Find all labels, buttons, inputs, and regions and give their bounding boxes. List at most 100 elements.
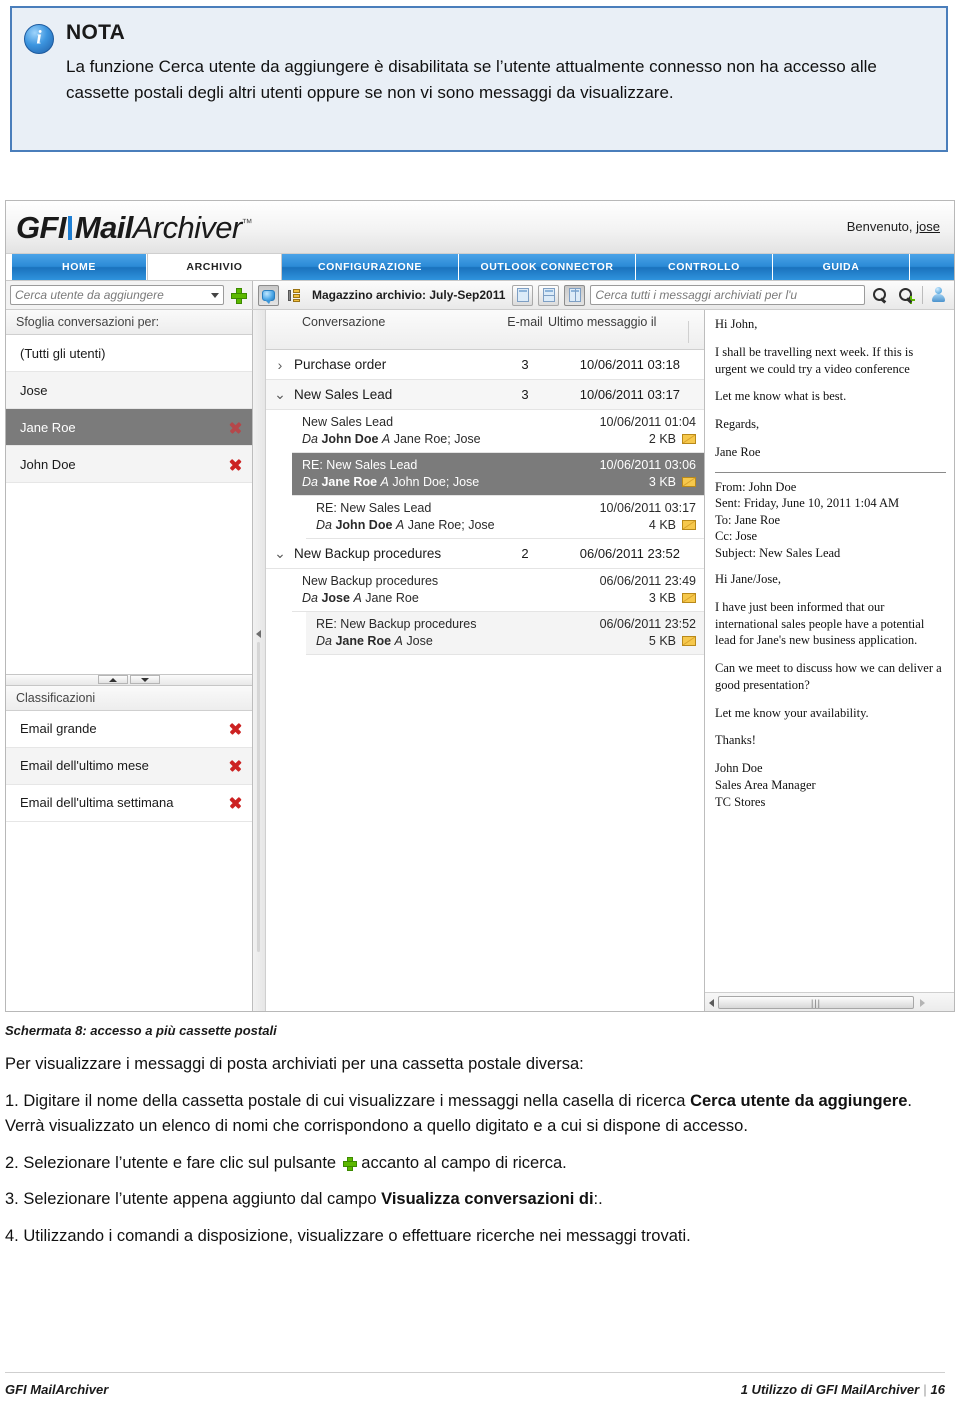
sidebar-item-email-grande[interactable]: Email grande	[6, 710, 252, 748]
message-participants: Da John Doe A Jane Roe; Jose	[316, 518, 649, 532]
message-size: 5 KB	[648, 634, 676, 648]
user-mailbox-button[interactable]	[928, 285, 949, 306]
conversation-title: New Backup procedures	[294, 546, 442, 561]
conversation-last-date: 10/06/2011 03:18	[579, 357, 680, 372]
tab-outlook-connector[interactable]: OUTLOOK CONNECTOR	[459, 254, 636, 280]
to-label: A	[380, 475, 389, 489]
scroll-right-arrow-icon[interactable]	[920, 998, 925, 1007]
from-name: Jose	[321, 591, 350, 605]
welcome-user-link[interactable]: jose	[916, 219, 940, 234]
message-line-subject: New Backup procedures 06/06/2011 23:49	[302, 574, 696, 588]
sidebar-bottom-spacer	[6, 821, 252, 1011]
reading-pane-hscrollbar[interactable]: |||	[705, 992, 954, 1011]
sidebar-item-jane-roe[interactable]: Jane Roe	[6, 409, 252, 446]
message-line-subject: RE: New Sales Lead 10/06/2011 03:06	[302, 458, 696, 472]
tab-configurazione[interactable]: CONFIGURAZIONE	[282, 254, 459, 280]
envelope-icon[interactable]	[682, 477, 696, 487]
footer-right: 1 Utilizzo di GFI MailArchiver | 16	[741, 1382, 945, 1397]
global-search-input[interactable]: Cerca tutti i messaggi archiviati per l'…	[590, 285, 865, 305]
layout-side-preview-button[interactable]	[564, 284, 586, 306]
conversation-pane-scrollbar[interactable]	[253, 310, 266, 1011]
scroll-left-arrow-icon[interactable]	[709, 998, 714, 1007]
message-row[interactable]: New Sales Lead 10/06/2011 01:04 Da John …	[292, 410, 704, 453]
chevron-down-icon[interactable]: ⌄	[266, 386, 294, 403]
message-participants: Da Jose A Jane Roe	[302, 591, 649, 605]
envelope-icon[interactable]	[682, 593, 696, 603]
welcome-text: Benvenuto, jose	[847, 219, 940, 234]
scrollbar-thumb[interactable]: |||	[718, 996, 914, 1009]
remove-classification-icon[interactable]	[229, 722, 242, 735]
search-button[interactable]	[870, 285, 891, 306]
logo-trademark: ™	[241, 217, 253, 230]
from-name: John Doe	[321, 432, 379, 446]
signature: John Doe Sales Area Manager TC Stores	[715, 760, 946, 810]
advanced-search-button[interactable]	[896, 285, 917, 306]
message-row[interactable]: RE: New Backup procedures 06/06/2011 23:…	[306, 612, 704, 655]
sidebar-item-label: (Tutti gli utenti)	[20, 345, 106, 361]
sidebar-spacer	[6, 483, 252, 674]
scroll-left-arrow-icon[interactable]	[256, 630, 261, 638]
conversation-row[interactable]: ⌄ New Sales Lead 3 10/06/2011 03:17	[266, 380, 704, 410]
tab-home[interactable]: HOME	[12, 254, 147, 280]
envelope-icon[interactable]	[682, 636, 696, 646]
reply-line-4: Regards,	[715, 417, 760, 431]
message-line-subject: New Sales Lead 10/06/2011 01:04	[302, 415, 696, 429]
scrollbar-grip-icon: |||	[810, 997, 821, 1008]
to-label: A	[353, 591, 362, 605]
add-user-plus-icon[interactable]	[231, 288, 247, 304]
quoted-sent: Sent: Friday, June 10, 2011 1:04 AM	[715, 496, 900, 510]
archive-store-label: Magazzino archivio: July-Sep2011	[312, 288, 506, 302]
to-names: Jose	[406, 634, 433, 648]
chevron-down-icon[interactable]	[211, 292, 219, 298]
reply-line-5: Jane Roe	[715, 444, 761, 459]
triangle-down-icon	[141, 677, 149, 682]
to-names: Jane Roe	[365, 591, 419, 605]
sidebar-item-john-doe[interactable]: John Doe	[6, 446, 252, 483]
remove-classification-icon[interactable]	[229, 759, 242, 772]
archive-toolbar: Magazzino archivio: July-Sep2011 Cerca t…	[253, 281, 954, 309]
tab-controllo[interactable]: CONTROLLO	[636, 254, 773, 280]
layout-bottom-preview-button[interactable]	[538, 284, 560, 306]
chevron-right-icon[interactable]: ›	[266, 357, 294, 373]
from-label: Da	[302, 432, 318, 446]
search-user-input[interactable]: Cerca utente da aggiungere	[15, 288, 207, 302]
conversation-last-date: 06/06/2011 23:52	[579, 546, 680, 561]
column-conversation[interactable]: Conversazione	[266, 315, 502, 329]
sidebar-splitter[interactable]	[6, 673, 252, 686]
folder-tree-button[interactable]	[284, 285, 305, 306]
remove-user-icon[interactable]	[229, 458, 242, 471]
remove-classification-icon[interactable]	[229, 796, 242, 809]
pane-horizontal-icon	[542, 288, 555, 302]
splitter-down-button[interactable]	[130, 675, 160, 684]
column-resize-grip[interactable]	[688, 321, 704, 343]
layout-no-preview-button[interactable]	[512, 284, 534, 306]
message-row[interactable]: RE: New Sales Lead 10/06/2011 03:06 Da J…	[292, 453, 704, 496]
from-name: Jane Roe	[335, 634, 392, 648]
sidebar-item-email-ultima-settimana[interactable]: Email dell'ultima settimana	[6, 784, 252, 822]
message-row[interactable]: RE: New Sales Lead 10/06/2011 03:17 Da J…	[306, 496, 704, 539]
search-user-combo[interactable]: Cerca utente da aggiungere	[10, 285, 224, 305]
chevron-down-icon[interactable]: ⌄	[266, 545, 294, 562]
column-last-message[interactable]: Ultimo messaggio il	[548, 315, 688, 329]
remove-user-icon[interactable]	[229, 421, 242, 434]
envelope-icon[interactable]	[682, 434, 696, 444]
tab-archivio[interactable]: ARCHIVIO	[147, 254, 282, 280]
sidebar-item-jose[interactable]: Jose	[6, 372, 252, 409]
splitter-up-button[interactable]	[98, 675, 128, 684]
sidebar-item-email-ultimo-mese[interactable]: Email dell'ultimo mese	[6, 747, 252, 785]
message-row[interactable]: New Backup procedures 06/06/2011 23:49 D…	[292, 569, 704, 612]
sidebar-item-all-users[interactable]: (Tutti gli utenti)	[6, 335, 252, 372]
tab-guida[interactable]: GUIDA	[773, 254, 910, 280]
conversation-row[interactable]: ⌄ New Backup procedures 2 06/06/2011 23:…	[266, 539, 704, 569]
note-title: NOTA	[66, 21, 126, 44]
conversation-row[interactable]: › Purchase order 3 10/06/2011 03:18	[266, 350, 704, 380]
column-email-count[interactable]: E-mail	[502, 315, 548, 329]
conversation-view-button[interactable]	[258, 284, 279, 306]
logo-mail: Mail	[74, 210, 133, 245]
scrollbar-track[interactable]	[257, 642, 260, 952]
envelope-icon[interactable]	[682, 520, 696, 530]
app-header: GFI MailArchiver™ Benvenuto, jose	[6, 201, 954, 254]
message-participants: Da Jane Roe A Jose	[316, 634, 649, 648]
conversation-list-pane: Conversazione E-mail Ultimo messaggio il…	[253, 310, 704, 1011]
message-participants: Da John Doe A Jane Roe; Jose	[302, 432, 649, 446]
